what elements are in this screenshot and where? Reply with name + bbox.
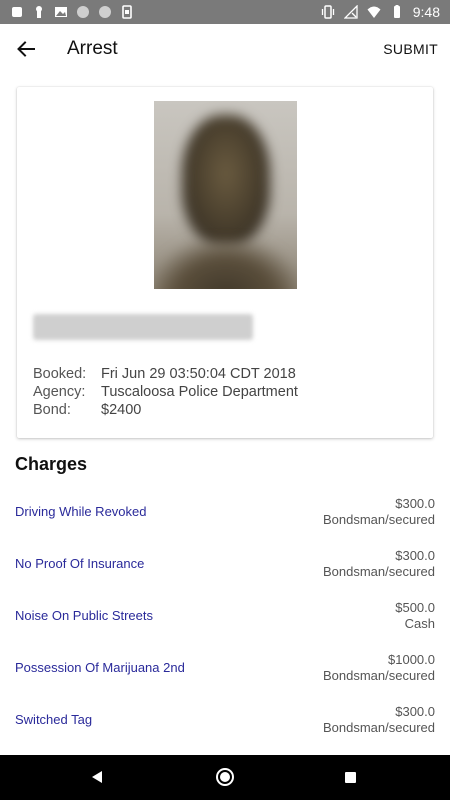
back-button[interactable] — [12, 35, 40, 63]
charge-row[interactable]: Noise On Public Streets $500.0 Cash — [0, 594, 450, 646]
charge-bond: $300.0 Bondsman/secured — [323, 496, 435, 528]
charge-bond-type: Cash — [404, 616, 435, 631]
nav-home-icon[interactable] — [216, 768, 234, 786]
charge-name[interactable]: No Proof Of Insurance — [15, 556, 144, 571]
mugshot-blurred-face — [182, 115, 270, 245]
navigation-bar — [0, 755, 450, 800]
page-title: Arrest — [67, 38, 118, 59]
status-bar: 9:48 — [0, 0, 450, 24]
charge-name[interactable]: Driving While Revoked — [15, 504, 147, 519]
sim-icon — [122, 5, 132, 19]
bond-label: Bond: — [33, 402, 71, 418]
submit-button[interactable]: SUBMIT — [383, 41, 438, 57]
circle-icon — [99, 6, 111, 18]
charge-name[interactable]: Possession Of Marijuana 2nd — [15, 660, 185, 675]
charge-bond: $500.0 Cash — [395, 600, 435, 632]
charges-heading: Charges — [15, 454, 88, 474]
booked-value: Fri Jun 29 03:50:04 CDT 2018 — [101, 366, 296, 382]
status-bar-system: 9:48 — [321, 3, 440, 21]
nav-recents-icon[interactable] — [345, 772, 356, 783]
charge-amount: $1000.0 — [388, 652, 435, 667]
charge-amount: $300.0 — [395, 496, 435, 511]
charge-row[interactable]: Driving While Revoked $300.0 Bondsman/se… — [0, 490, 450, 542]
charge-bond-type: Bondsman/secured — [322, 720, 435, 735]
charge-bond-type: Bondsman/secured — [322, 564, 435, 579]
arrow-back-icon — [17, 41, 35, 57]
status-bar-notifications — [10, 3, 134, 21]
charge-bond-type: Bondsman/secured — [322, 668, 435, 683]
alert-icon — [36, 6, 42, 18]
circle-icon — [77, 6, 89, 18]
charge-bond: $300.0 Bondsman/secured — [323, 548, 435, 580]
mugshot-image — [154, 101, 297, 289]
arrest-info: Booked: Fri Jun 29 03:50:04 CDT 2018 Age… — [33, 365, 298, 419]
charge-row[interactable]: Possession Of Marijuana 2nd $1000.0 Bond… — [0, 646, 450, 698]
charge-row[interactable]: Switched Tag $300.0 Bondsman/secured — [0, 698, 450, 750]
charge-amount: $500.0 — [395, 600, 435, 615]
battery-icon — [393, 5, 400, 18]
charge-bond: $1000.0 Bondsman/secured — [323, 652, 435, 684]
image-icon — [55, 7, 67, 17]
status-time: 9:48 — [412, 4, 440, 20]
nav-back-icon[interactable] — [90, 770, 104, 784]
charge-amount: $300.0 — [395, 704, 435, 719]
charge-row[interactable]: No Proof Of Insurance $300.0 Bondsman/se… — [0, 542, 450, 594]
arrest-card: Booked: Fri Jun 29 03:50:04 CDT 2018 Age… — [17, 87, 433, 438]
vibrate-icon — [321, 5, 334, 19]
charge-bond-type: Bondsman/secured — [322, 512, 435, 527]
no-signal-icon — [343, 5, 358, 19]
agency-value: Tuscaloosa Police Department — [101, 384, 298, 400]
redacted-name — [33, 314, 253, 340]
agency-label: Agency: — [33, 384, 86, 400]
nav-home-dot — [220, 772, 230, 782]
agency-row: Agency: Tuscaloosa Police Department — [33, 383, 298, 401]
charge-name[interactable]: Switched Tag — [15, 712, 92, 727]
app-bar: Arrest SUBMIT — [0, 24, 450, 74]
charge-name[interactable]: Noise On Public Streets — [15, 608, 153, 623]
charge-bond: $300.0 Bondsman/secured — [323, 704, 435, 736]
notification-icon — [12, 7, 22, 17]
booked-row: Booked: Fri Jun 29 03:50:04 CDT 2018 — [33, 365, 298, 383]
wifi-icon — [367, 6, 381, 18]
mugshot-blurred-shoulders — [154, 241, 297, 289]
booked-label: Booked: — [33, 366, 87, 382]
bond-value: $2400 — [101, 402, 142, 418]
charge-amount: $300.0 — [395, 548, 435, 563]
bond-row: Bond: $2400 — [33, 401, 298, 419]
